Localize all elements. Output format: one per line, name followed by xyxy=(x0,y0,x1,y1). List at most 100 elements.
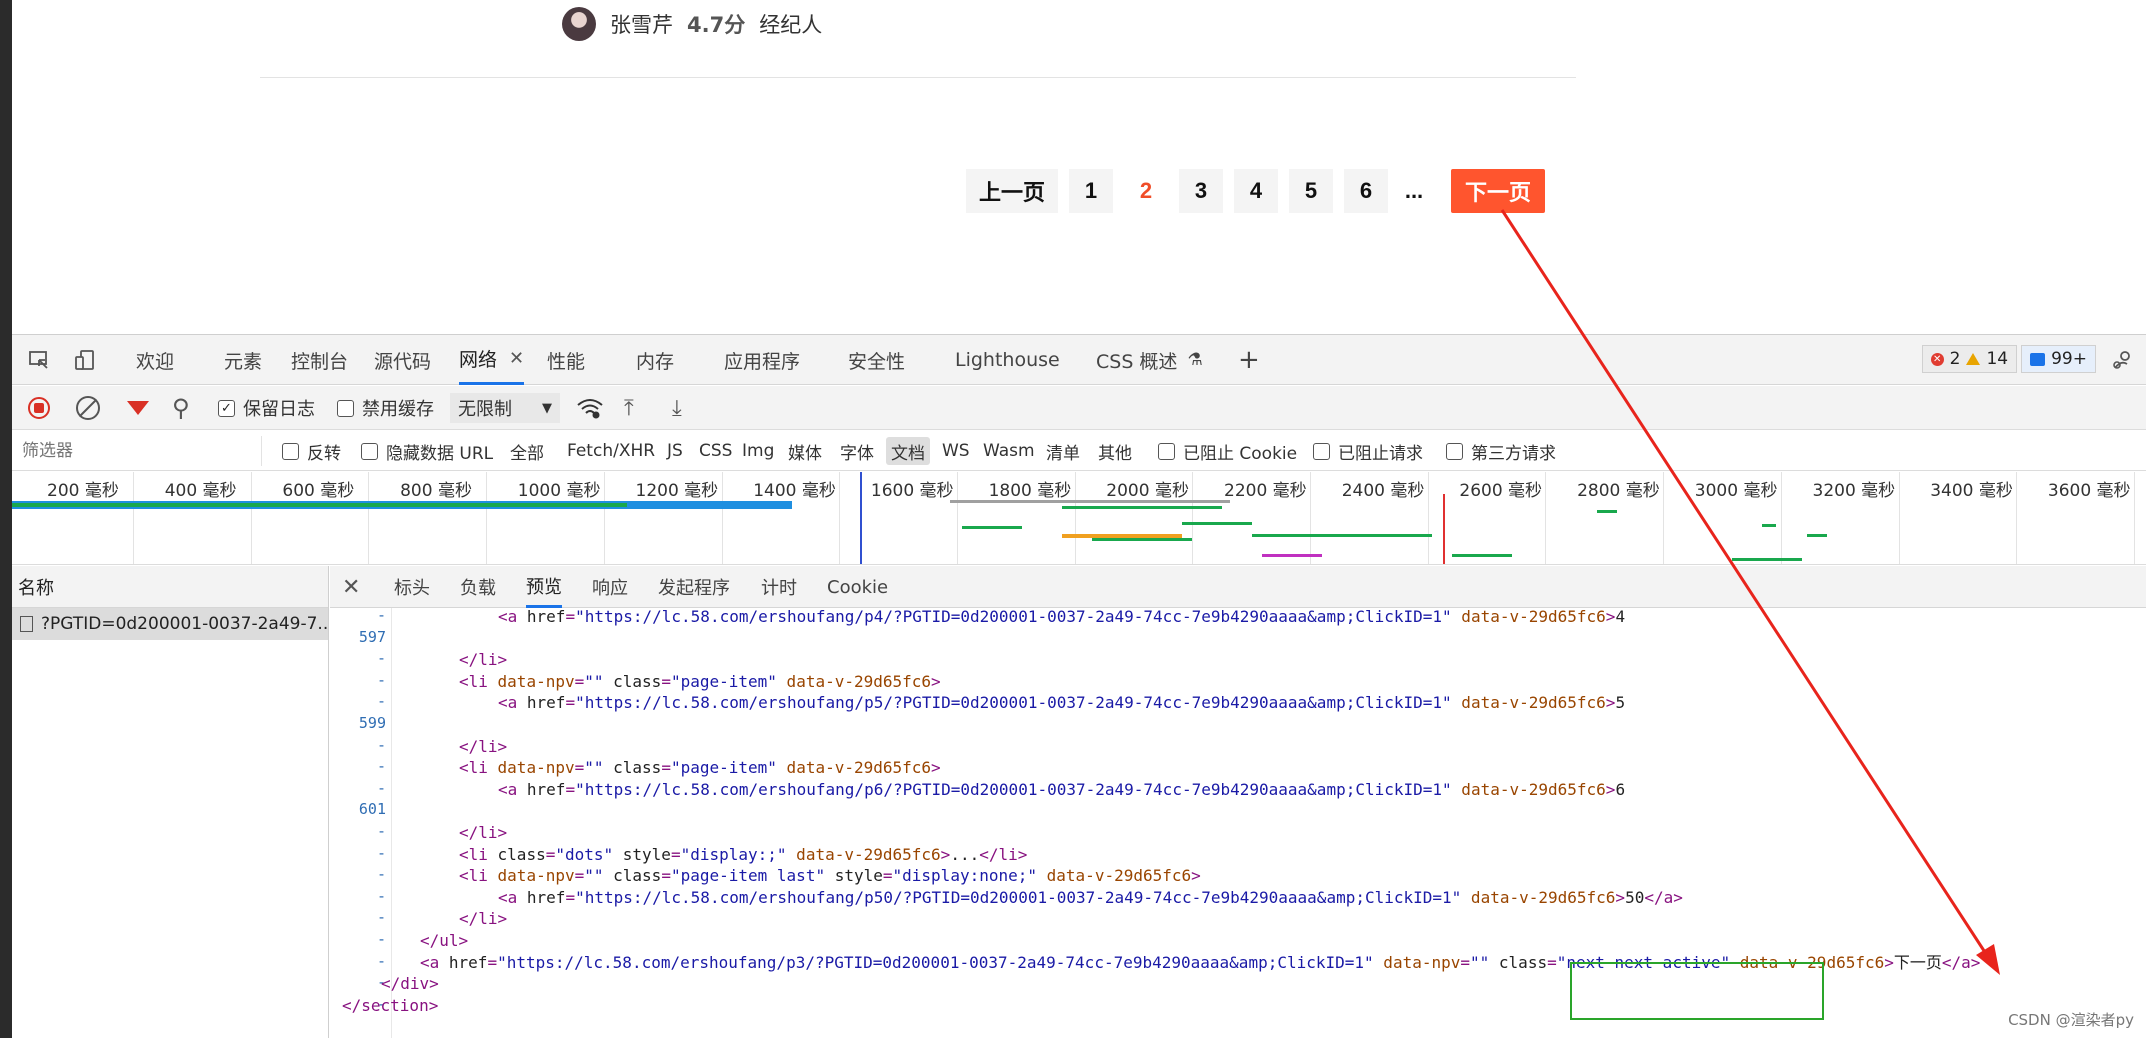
prev-page-button[interactable]: 上一页 xyxy=(966,169,1058,213)
tab-response[interactable]: 响应 xyxy=(592,566,628,608)
inspect-icon[interactable] xyxy=(26,347,52,373)
close-detail-icon[interactable]: ✕ xyxy=(342,566,360,608)
tab-preview[interactable]: 预览 xyxy=(526,566,562,608)
type-filter-fetch[interactable]: Fetch/XHR xyxy=(567,431,655,471)
disable-cache-checkbox[interactable]: 禁用缓存 xyxy=(337,386,434,430)
page-link-3[interactable]: 3 xyxy=(1179,169,1223,213)
request-detail-panel: ✕ 标头 负载 预览 响应 发起程序 计时 Cookie - 597 - - - 599 -… xyxy=(330,566,2146,1038)
timeline-gridline xyxy=(1663,472,1665,564)
flask-icon: ⚗ xyxy=(1187,350,1203,370)
network-conditions-icon[interactable] xyxy=(576,386,604,430)
type-filter-wasm[interactable]: Wasm xyxy=(983,431,1035,471)
tab-css-overview[interactable]: CSS 概述 ⚗ xyxy=(1096,335,1203,385)
tab-network[interactable]: 网络 ✕ xyxy=(459,335,525,385)
preserve-log-checkbox[interactable]: ✓ 保留日志 xyxy=(218,386,315,430)
request-details-area: 名称 ?PGTID=0d200001-0037-2a49-7... ✕ 标头 负… xyxy=(12,566,2146,1038)
request-row[interactable]: ?PGTID=0d200001-0037-2a49-7... xyxy=(12,608,328,640)
timeline-label: 800 毫秒 xyxy=(400,481,472,501)
tab-initiator[interactable]: 发起程序 xyxy=(658,566,730,608)
page-ellipsis: ... xyxy=(1404,178,1424,203)
timeline-gridline xyxy=(956,472,958,564)
hide-data-urls-label: 隐藏数据 URL xyxy=(386,443,494,464)
third-party-checkbox[interactable]: 第三方请求 xyxy=(1446,431,1556,471)
import-har-icon[interactable]: ⤒ xyxy=(624,386,634,430)
line-number: - xyxy=(376,757,386,776)
type-filter-media[interactable]: 媒体 xyxy=(788,431,822,471)
tab-timing[interactable]: 计时 xyxy=(761,566,797,608)
timeline-label: 2200 毫秒 xyxy=(1224,481,1307,501)
filter-icon[interactable] xyxy=(127,401,149,415)
tab-security[interactable]: 安全性 xyxy=(848,335,905,385)
timeline-label: 1200 毫秒 xyxy=(635,481,719,501)
code-line: </li> xyxy=(459,909,508,929)
clear-icon[interactable] xyxy=(76,396,100,420)
page-link-6[interactable]: 6 xyxy=(1344,169,1388,213)
customize-icon[interactable] xyxy=(2110,347,2136,373)
type-filter-ws[interactable]: WS xyxy=(942,431,970,471)
tab-lighthouse[interactable]: Lighthouse xyxy=(955,335,1060,385)
export-har-icon[interactable]: ⤓ xyxy=(672,386,682,430)
type-filter-img[interactable]: Img xyxy=(742,431,774,471)
type-filter-doc[interactable]: 文档 xyxy=(886,437,930,465)
type-filter-manifest[interactable]: 清单 xyxy=(1046,431,1080,471)
invert-checkbox[interactable]: 反转 xyxy=(282,431,341,471)
tab-console[interactable]: 控制台 xyxy=(291,335,348,385)
page-link-1[interactable]: 1 xyxy=(1069,169,1113,213)
filter-input[interactable] xyxy=(12,436,262,466)
agent-name[interactable]: 张雪芹 xyxy=(610,9,673,39)
name-column-header[interactable]: 名称 xyxy=(12,566,328,608)
waterfall-bar xyxy=(1762,524,1776,527)
message-count: 99+ xyxy=(2051,349,2087,369)
waterfall-bar xyxy=(1597,510,1617,513)
error-count: 2 xyxy=(1949,349,1961,369)
tab-cookies[interactable]: Cookie xyxy=(827,566,888,608)
type-filter-js[interactable]: JS xyxy=(667,431,683,471)
next-page-button[interactable]: 下一页 xyxy=(1451,169,1545,213)
blocked-cookies-checkbox[interactable]: 已阻止 Cookie xyxy=(1158,431,1297,471)
type-filter-all[interactable]: 全部 xyxy=(510,431,544,471)
tab-payload[interactable]: 负载 xyxy=(460,566,496,608)
tab-performance[interactable]: 性能 xyxy=(547,335,585,385)
left-window-edge xyxy=(0,0,12,1038)
timeline-label: 200 毫秒 xyxy=(47,481,119,501)
timeline-gridline xyxy=(486,472,488,564)
add-tab-icon[interactable]: + xyxy=(1238,335,1260,385)
tab-sources[interactable]: 源代码 xyxy=(374,335,431,385)
disable-cache-label: 禁用缓存 xyxy=(362,399,434,420)
tab-elements[interactable]: 元素 xyxy=(224,335,262,385)
messages-badge[interactable]: 99+ xyxy=(2021,345,2096,373)
tab-headers[interactable]: 标头 xyxy=(394,566,430,608)
avatar[interactable] xyxy=(562,7,596,41)
agent-score: 4.7分 xyxy=(687,13,746,37)
code-line: <a href="https://lc.58.com/ershoufang/p3… xyxy=(420,952,1981,972)
type-filter-font[interactable]: 字体 xyxy=(840,431,874,471)
tab-memory[interactable]: 内存 xyxy=(636,335,674,385)
invert-label: 反转 xyxy=(307,443,341,464)
code-line: <li data-npv="" class="page-item" data-v… xyxy=(459,671,941,691)
page-link-5[interactable]: 5 xyxy=(1289,169,1333,213)
device-emulation-icon[interactable] xyxy=(72,347,98,373)
throttling-select[interactable]: 无限制 ▼ xyxy=(450,393,560,423)
search-icon[interactable]: ⚲ xyxy=(172,386,190,430)
agent-info: 张雪芹 4.7分 经纪人 xyxy=(562,6,822,42)
close-tab-icon[interactable]: ✕ xyxy=(509,348,524,369)
page-link-current[interactable]: 2 xyxy=(1124,169,1168,213)
timeline-label: 2400 毫秒 xyxy=(1341,481,1425,501)
type-filter-other[interactable]: 其他 xyxy=(1098,431,1132,471)
timeline-gridline xyxy=(1545,472,1547,564)
record-stop-button[interactable] xyxy=(28,397,50,419)
network-overview-timeline[interactable]: 200 毫秒 400 毫秒 600 毫秒 800 毫秒 1000 毫秒 1200 毫秒 14… xyxy=(12,472,2146,565)
preview-code-view[interactable]: -597- - -599- - -601- - - - - - - - - <a href="https… xyxy=(330,608,2146,1038)
issue-badges[interactable]: ✕ 2 14 xyxy=(1921,345,2018,373)
line-number: - xyxy=(376,670,386,689)
tab-welcome[interactable]: 欢迎 xyxy=(136,335,174,385)
tab-application[interactable]: 应用程序 xyxy=(724,335,800,385)
hide-data-urls-checkbox[interactable]: 隐藏数据 URL xyxy=(361,431,493,471)
page-link-4[interactable]: 4 xyxy=(1234,169,1278,213)
timeline-label: 2000 毫秒 xyxy=(1106,481,1189,501)
agent-role: 经纪人 xyxy=(759,13,823,37)
waterfall-bar xyxy=(1807,534,1827,537)
type-filter-css[interactable]: CSS xyxy=(699,431,732,471)
line-number: - xyxy=(376,843,386,862)
blocked-requests-checkbox[interactable]: 已阻止请求 xyxy=(1313,431,1423,471)
